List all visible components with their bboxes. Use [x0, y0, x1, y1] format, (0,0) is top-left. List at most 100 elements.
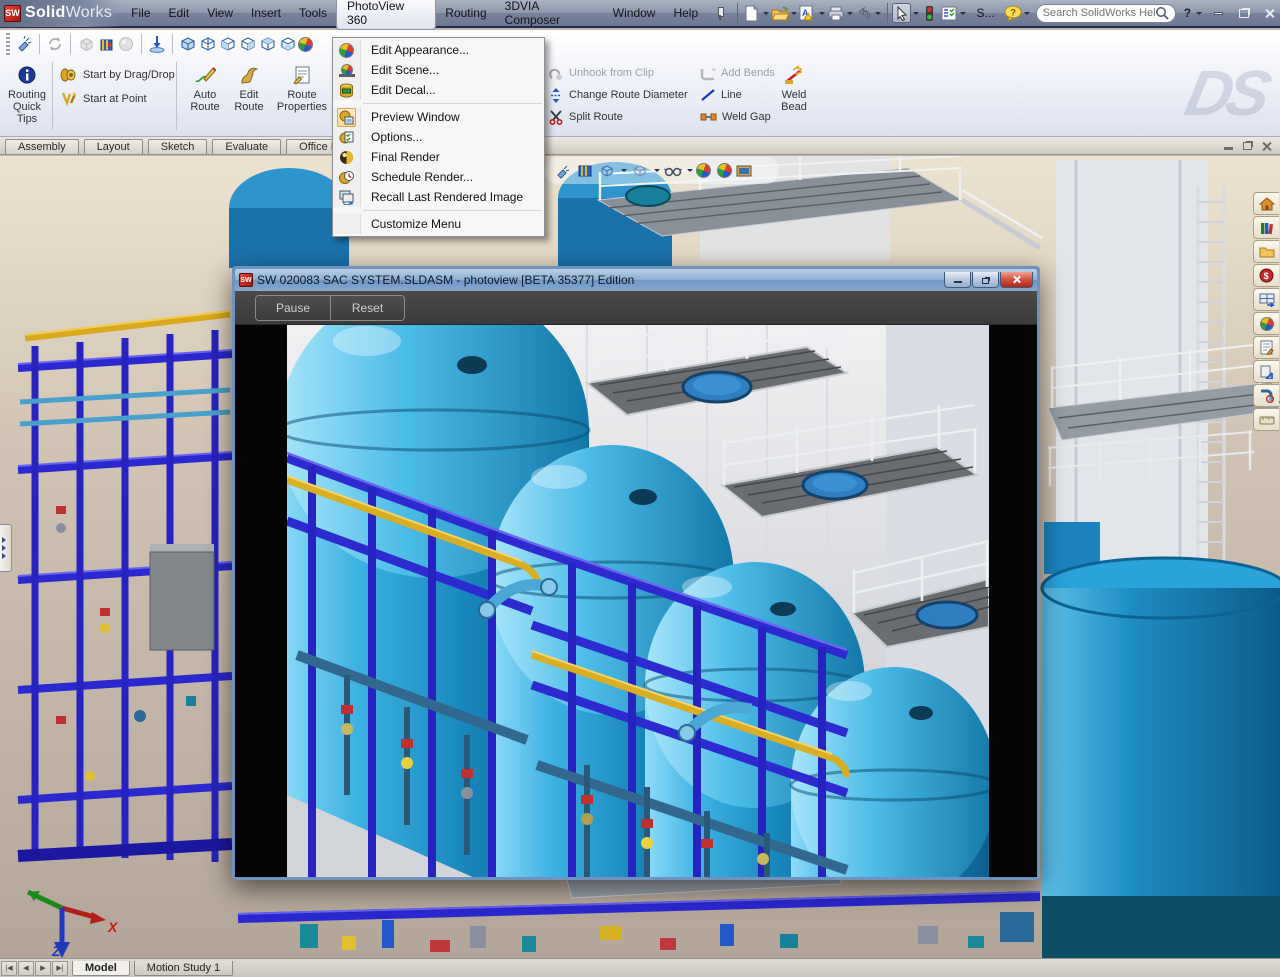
menu-item-recall-last-rendered[interactable]: Recall Last Rendered Image [333, 187, 544, 207]
tab-layout[interactable]: Layout [84, 139, 143, 154]
view-cube-front-icon[interactable] [178, 34, 198, 54]
pack-and-go-icon[interactable] [1253, 360, 1279, 383]
view-orientation-cube-icon[interactable] [597, 161, 617, 181]
measure-icon[interactable] [1253, 408, 1279, 431]
change-route-diameter-button[interactable]: Change Route Diameter [548, 86, 688, 104]
menu-item-edit-decal[interactable]: Edit Decal... [333, 80, 544, 100]
appearances-icon[interactable] [1253, 312, 1279, 335]
auto-route-button[interactable]: Auto Route [182, 62, 228, 113]
menu-item-final-render[interactable]: Final Render [333, 147, 544, 167]
preview-close-button[interactable] [1000, 272, 1033, 288]
toolbox-icon[interactable]: $ [1253, 264, 1279, 287]
undo-dropdown-icon[interactable] [874, 0, 883, 26]
start-by-dragdrop-button[interactable]: Start by Drag/Drop [60, 66, 175, 84]
apply-scene-ball-icon[interactable] [717, 163, 732, 178]
view-palette-icon[interactable] [1253, 288, 1279, 311]
menu-item-schedule-render[interactable]: Schedule Render... [333, 167, 544, 187]
menu-tools[interactable]: Tools [290, 4, 336, 22]
tab-sketch[interactable]: Sketch [148, 139, 208, 154]
menu-item-options[interactable]: Options... [333, 127, 544, 147]
model-tab[interactable]: Model [72, 961, 130, 976]
open-dropdown-icon[interactable] [789, 0, 798, 26]
render-sphere-icon[interactable] [116, 34, 136, 54]
display-style-cube-icon[interactable] [630, 161, 650, 181]
last-tab-icon[interactable]: ▶| [52, 961, 68, 976]
menu-photoview-360[interactable]: PhotoView 360 [336, 0, 436, 30]
print-check-dropdown-icon[interactable] [818, 0, 827, 26]
doc-minimize-icon[interactable] [1224, 147, 1233, 150]
menu-item-customize-menu[interactable]: Customize Menu [333, 214, 544, 234]
route-properties-button[interactable]: Route Properties [272, 62, 332, 113]
motion-study-tab[interactable]: Motion Study 1 [134, 961, 233, 976]
menu-file[interactable]: File [122, 4, 159, 22]
preview-restore-button[interactable] [972, 272, 999, 288]
menu-item-edit-scene[interactable]: Edit Scene... [333, 60, 544, 80]
menu-window[interactable]: Window [604, 4, 665, 22]
unhook-from-clip-button[interactable]: Unhook from Clip [548, 64, 654, 82]
routing-quick-tips-button[interactable]: Routing Quick Tips [4, 62, 50, 125]
undo-icon[interactable] [854, 3, 873, 23]
prev-tab-icon[interactable]: ◀ [18, 961, 34, 976]
design-library-icon[interactable] [1253, 216, 1279, 239]
reset-button[interactable]: Reset [330, 296, 404, 320]
help-balloon-icon[interactable]: ? [1004, 3, 1023, 23]
apply-decal-icon[interactable] [96, 34, 116, 54]
menu-3dvia-composer[interactable]: 3DVIA Composer [496, 0, 604, 29]
tab-assembly[interactable]: Assembly [5, 139, 79, 154]
apply-scene-icon[interactable] [575, 161, 595, 181]
select-dropdown-icon[interactable] [911, 0, 920, 26]
new-dropdown-icon[interactable] [761, 0, 770, 26]
toolbar-drag-handle[interactable] [6, 33, 10, 55]
view-cube-back-icon[interactable] [198, 34, 218, 54]
zoom-spray-icon[interactable] [553, 161, 573, 181]
featuremanager-collapsed-tab[interactable] [0, 524, 12, 572]
view-settings-icon[interactable] [734, 161, 754, 181]
edit-appearance-ball-icon[interactable] [696, 163, 711, 178]
select-arrow-icon[interactable] [892, 3, 912, 23]
menu-edit[interactable]: Edit [160, 4, 199, 22]
truncated-toolbar-button[interactable]: S... [968, 4, 1004, 22]
view-orientation-dropdown-icon[interactable] [619, 157, 628, 184]
edit-route-button[interactable]: Edit Route [228, 62, 270, 113]
weld-bead-button[interactable]: Weld Bead [772, 62, 816, 113]
split-route-button[interactable]: Split Route [548, 108, 623, 126]
search-icon[interactable] [1155, 6, 1169, 20]
doc-restore-icon[interactable] [1243, 142, 1252, 150]
help-search[interactable] [1036, 4, 1176, 23]
view-cube-left-icon[interactable] [218, 34, 238, 54]
add-bends-button[interactable]: Add Bends [700, 64, 775, 82]
weld-gap-button[interactable]: Weld Gap [700, 108, 771, 126]
start-at-point-button[interactable]: Start at Point [60, 90, 147, 108]
first-tab-icon[interactable]: |◀ [1, 961, 17, 976]
view-cube-bottom-icon[interactable] [278, 34, 298, 54]
routing-library-icon[interactable] [1253, 384, 1279, 407]
shaded-cube-icon[interactable] [76, 34, 96, 54]
hide-show-glasses-icon[interactable] [663, 161, 683, 181]
new-document-icon[interactable] [742, 3, 761, 23]
menu-item-edit-appearance[interactable]: Edit Appearance... [333, 40, 544, 60]
help-question-button[interactable]: ? [1180, 6, 1195, 20]
hide-show-dropdown-icon[interactable] [685, 157, 694, 184]
refresh-icon[interactable] [45, 34, 65, 54]
line-button[interactable]: Line [700, 86, 742, 104]
printer-icon[interactable] [826, 3, 845, 23]
photoview-preview-window[interactable]: SW SW 020083 SAC SYSTEM.SLDASM - photovi… [232, 266, 1040, 880]
view-cube-right-icon[interactable] [238, 34, 258, 54]
pause-button[interactable]: Pause [256, 296, 330, 320]
app-close-button[interactable] [1259, 5, 1280, 22]
menu-insert[interactable]: Insert [242, 4, 290, 22]
appearance-ball-icon[interactable] [298, 37, 313, 52]
open-icon[interactable] [770, 3, 789, 23]
pin-menubar-icon[interactable] [713, 6, 727, 20]
menu-help[interactable]: Help [664, 4, 707, 22]
search-input[interactable] [1043, 7, 1155, 19]
traffic-light-icon[interactable] [920, 3, 939, 23]
home-icon[interactable] [1253, 192, 1279, 215]
tab-evaluate[interactable]: Evaluate [212, 139, 281, 154]
print-check-icon[interactable]: A [798, 3, 817, 23]
menu-item-preview-window[interactable]: Preview Window [333, 107, 544, 127]
options-list-icon[interactable] [939, 3, 958, 23]
display-style-dropdown-icon[interactable] [652, 157, 661, 184]
printer-dropdown-icon[interactable] [846, 0, 855, 26]
normal-to-icon[interactable] [147, 34, 167, 54]
